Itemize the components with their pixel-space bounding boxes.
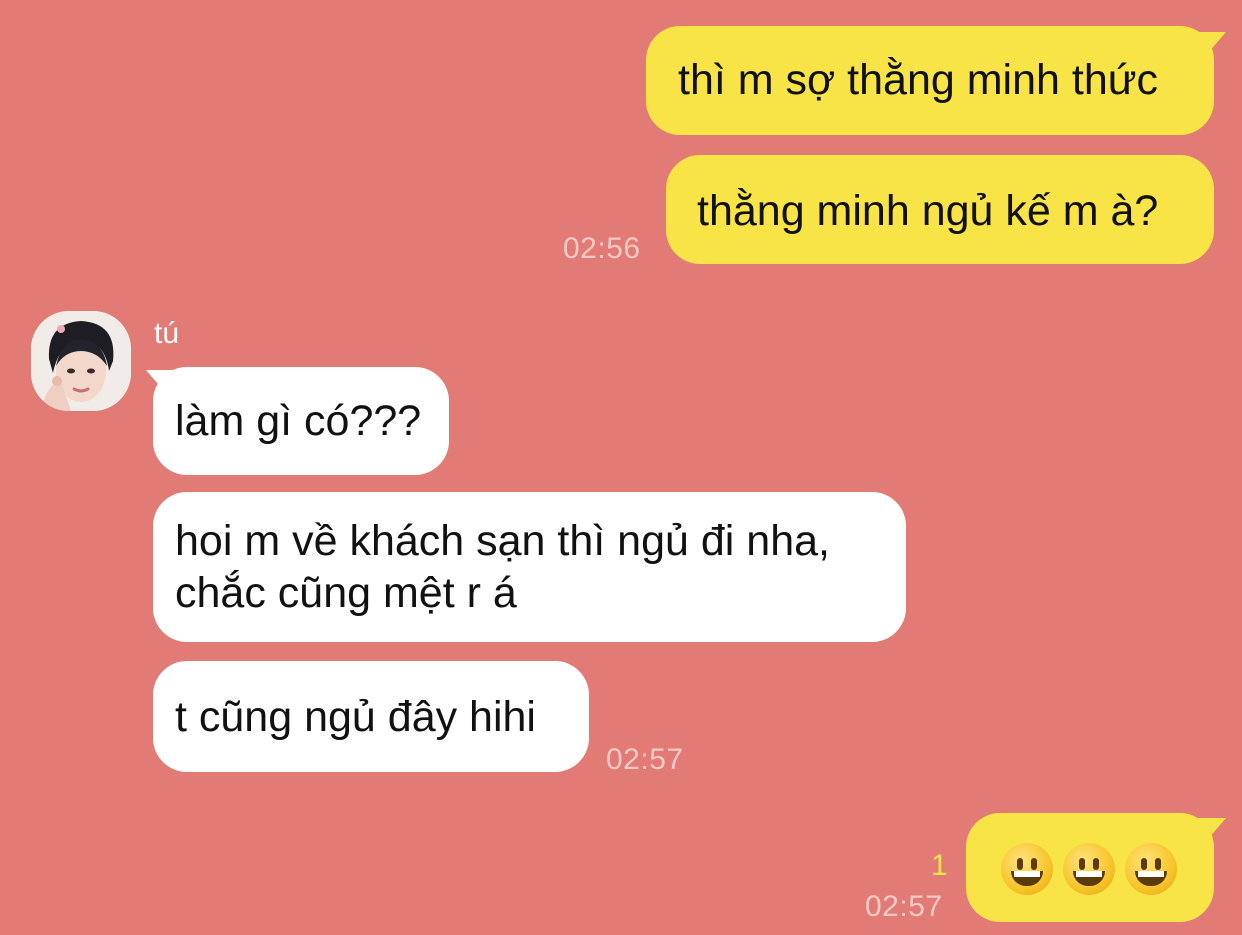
- message-timestamp: 02:57: [865, 890, 943, 923]
- avatar[interactable]: [31, 311, 131, 411]
- incoming-message[interactable]: hoi m về khách sạn thì ngủ đi nha, chắc …: [153, 492, 906, 642]
- message-text: làm gì có???: [175, 397, 422, 445]
- outgoing-message[interactable]: [966, 813, 1214, 922]
- message-timestamp: 02:56: [563, 232, 641, 265]
- unread-count: 1: [931, 849, 948, 882]
- message-text-line: chắc cũng mệt r á: [175, 569, 517, 617]
- chat-thread: thì m sợ thằng minh thức thằng minh ngủ …: [0, 0, 1242, 935]
- incoming-message[interactable]: t cũng ngủ đây hihi: [153, 661, 589, 772]
- grinning-face-icon: [1063, 842, 1115, 895]
- profile-photo: [31, 311, 131, 411]
- outgoing-message[interactable]: thằng minh ngủ kế m à?: [666, 155, 1214, 264]
- incoming-message[interactable]: làm gì có???: [153, 367, 449, 475]
- message-text: thì m sợ thằng minh thức: [678, 56, 1159, 104]
- message-text-line: hoi m về khách sạn thì ngủ đi nha,: [175, 517, 830, 565]
- message-text: t cũng ngủ đây hihi: [175, 693, 536, 741]
- grinning-face-icon: [1001, 842, 1053, 895]
- grinning-face-icon: [1125, 842, 1177, 895]
- outgoing-message[interactable]: thì m sợ thằng minh thức: [646, 26, 1214, 135]
- message-timestamp: 02:57: [606, 743, 684, 776]
- sender-name: tú: [154, 317, 180, 350]
- message-text: thằng minh ngủ kế m à?: [697, 187, 1159, 235]
